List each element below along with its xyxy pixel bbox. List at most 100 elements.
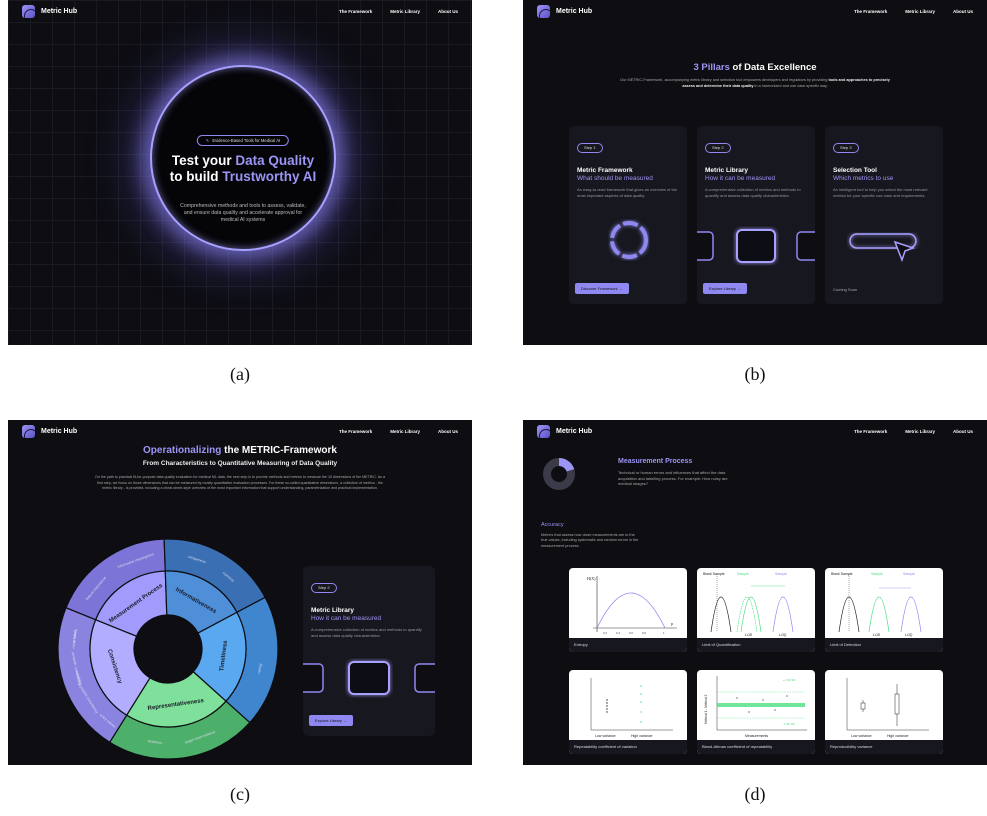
ba-upper-label: +1.96 SD — [783, 678, 796, 682]
logo-icon[interactable] — [537, 4, 550, 18]
top-nav: Metric Hub The Framework Metric Library … — [8, 420, 472, 442]
nav-link-about[interactable]: About Us — [438, 9, 458, 14]
hero-subtitle: Comprehensive methods and tools to asses… — [180, 203, 306, 223]
pen-icon: ✎ — [205, 138, 210, 143]
caption-b: (b) — [744, 364, 766, 384]
card-title: Metric Framework — [577, 167, 633, 174]
method-diff-label: Method 1 - Method 2 — [704, 694, 708, 724]
nav-link-library[interactable]: Metric Library — [905, 9, 935, 14]
card-subtitle: What should be measured — [577, 175, 653, 182]
metric-tile-loq[interactable]: Blank Sample Sample Sample LOD LOQ Limit… — [697, 568, 815, 652]
sample-label: Sample — [871, 572, 883, 576]
tile-label: Reproducibility variance — [825, 740, 943, 754]
nav-link-about[interactable]: About Us — [438, 429, 458, 434]
discover-framework-button[interactable]: Discover Framework → — [575, 283, 629, 294]
nav-link-about[interactable]: About Us — [953, 9, 973, 14]
library-boxes-icon — [303, 661, 435, 695]
hero-badge[interactable]: ✎ Evidence-Based Tools for Medical AI — [196, 135, 290, 146]
tile-label: Bland-Altman coefficient of repeatabilit… — [697, 740, 815, 754]
hero-title-accent: Data Quality — [235, 153, 315, 168]
tile-label: Repeatability coefficient of variation — [569, 740, 687, 754]
ba-lower-label: -1.96 SD — [783, 722, 796, 726]
desc-part: Our METRIC-Framework, accompanying metri… — [620, 78, 829, 82]
subsection-title: Accuracy — [541, 522, 564, 528]
card-title: Selection Tool — [833, 167, 877, 174]
metric-wheel[interactable]: Measurement Process InformativenessTimeli… — [56, 537, 280, 761]
brand-name[interactable]: Metric Hub — [41, 8, 77, 15]
hero-title-part: Test your — [171, 153, 236, 168]
metric-tile-repeatability[interactable]: Low variance High variance Repeatability… — [569, 670, 687, 754]
entropy-tick: 0.2 — [603, 631, 607, 635]
panel-measurement: Metric Hub The Framework Metric Library … — [523, 420, 987, 765]
pillar-card-selection: Step 3 Selection Tool Which metrics to u… — [825, 126, 943, 304]
repeatability-plot: Low variance High variance — [590, 678, 673, 738]
metric-tile-bland-altman[interactable]: +1.96 SD -1.96 SD Measurements Method 1 … — [697, 670, 815, 754]
pillar-card-library: Step 2 Metric Library How it can be meas… — [697, 126, 815, 304]
entropy-tick: 0.6 — [629, 631, 633, 635]
top-nav: Metric Hub The Framework Metric Library … — [8, 0, 472, 22]
lod-plot: Blank Sample Sample Sample LOD LOQ — [831, 572, 922, 637]
reproducibility-plot: Low variance High variance — [846, 678, 929, 738]
caption-c: (c) — [230, 784, 250, 804]
panel-operationalizing: Metric Hub The Framework Metric Library … — [8, 420, 472, 765]
high-variance-label: High variance — [631, 734, 652, 738]
coming-soon-label: Coming Soon — [833, 287, 858, 292]
nav-link-framework[interactable]: The Framework — [854, 9, 887, 14]
section-description: Our METRIC-Framework, accompanying metri… — [618, 78, 892, 89]
top-nav: Metric Hub The Framework Metric Library … — [523, 420, 987, 442]
donut-icon — [543, 458, 575, 490]
section-title: 3 Pillars of Data Excellence — [523, 62, 987, 73]
entropy-tick: 0.4 — [616, 631, 620, 635]
high-variance-label: High variance — [887, 734, 908, 738]
entropy-x-label: p — [671, 621, 673, 626]
cursor-select-icon — [849, 233, 917, 263]
nav-link-framework[interactable]: The Framework — [854, 429, 887, 434]
logo-icon[interactable] — [537, 424, 550, 438]
entropy-tick: 0.8 — [642, 631, 646, 635]
brand-name[interactable]: Metric Hub — [556, 8, 592, 15]
lod-label: LOD — [873, 633, 881, 637]
nav-link-framework[interactable]: The Framework — [339, 9, 372, 14]
explore-library-button[interactable]: Explore Library → — [309, 715, 354, 726]
pillar-card-framework: Step 1 Metric Framework What should be m… — [569, 126, 687, 304]
nav-link-library[interactable]: Metric Library — [905, 429, 935, 434]
nav-link-library[interactable]: Metric Library — [390, 9, 420, 14]
explore-library-button[interactable]: Explore Library → — [703, 283, 748, 294]
brand-name[interactable]: Metric Hub — [556, 428, 592, 435]
nav-link-library[interactable]: Metric Library — [390, 429, 420, 434]
section-title-accent: 3 Pillars — [693, 62, 730, 73]
step-badge: Step 1 — [577, 142, 603, 153]
step-badge: Step 3 — [833, 142, 859, 153]
sample-label: Sample — [903, 572, 915, 576]
card-subtitle: Which metrics to use — [833, 175, 894, 182]
card-title: Metric Library — [705, 167, 748, 174]
card-description: A comprehensive collection of metrics an… — [705, 187, 801, 198]
tile-label: Limit of Detection — [825, 638, 943, 652]
loq-label: LOQ — [779, 633, 787, 637]
hero-content: ✎ Evidence-Based Tools for Medical AI Tes… — [150, 65, 336, 251]
brand-name[interactable]: Metric Hub — [41, 428, 77, 435]
lod-label: LOD — [745, 633, 753, 637]
step-badge: Step 2 — [705, 142, 731, 153]
card-description: An easy-to-read framework that gives an … — [577, 187, 678, 198]
bland-altman-plot: +1.96 SD -1.96 SD Measurements Method 1 … — [704, 676, 807, 738]
sample-label: Sample — [775, 572, 787, 576]
blank-sample-label: Blank Sample — [831, 572, 853, 576]
section-description: Technical or human errors and influences… — [618, 470, 728, 486]
metric-tile-entropy[interactable]: H(X) p 0.2 0.4 0.6 0.8 1 Entropy — [569, 568, 687, 652]
entropy-tick: 1 — [663, 631, 665, 635]
measurements-label: Measurements — [745, 734, 768, 738]
logo-icon[interactable] — [22, 424, 35, 438]
section-description: On the path to practical fit-for-purpose… — [95, 475, 385, 490]
metric-tile-lod[interactable]: Blank Sample Sample Sample LOD LOQ Limit… — [825, 568, 943, 652]
logo-icon[interactable] — [22, 4, 35, 18]
section-title: Measurement Process — [618, 458, 693, 465]
nav-link-about[interactable]: About Us — [953, 429, 973, 434]
library-boxes-icon — [697, 229, 815, 263]
entropy-y-label: H(X) — [587, 576, 596, 581]
nav-link-framework[interactable]: The Framework — [339, 429, 372, 434]
caption-d: (d) — [744, 784, 766, 804]
metric-tile-reproducibility[interactable]: Low variance High variance Reproducibili… — [825, 670, 943, 754]
section-title-rest: of Data Excellence — [729, 62, 817, 73]
panel-hero: Metric Hub The Framework Metric Library … — [8, 0, 472, 345]
